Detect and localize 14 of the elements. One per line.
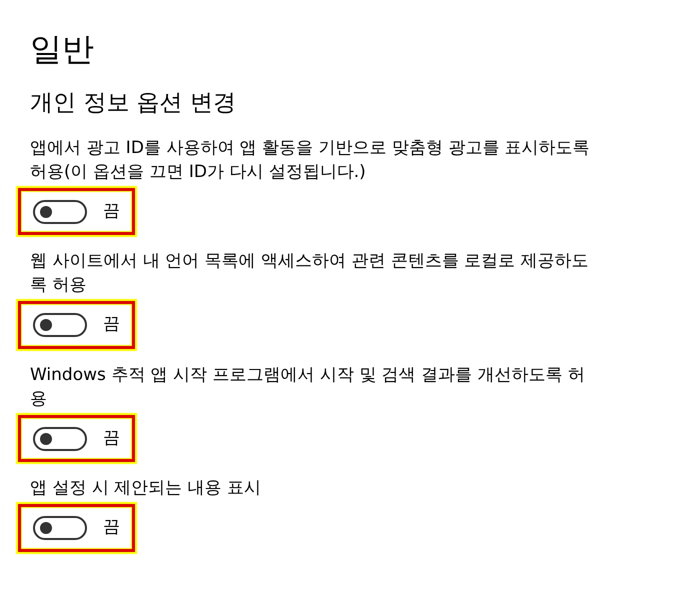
toggle-switch[interactable] bbox=[33, 200, 87, 224]
toggle-state-label: 끔 bbox=[103, 313, 120, 336]
toggle-state-label: 끔 bbox=[103, 200, 120, 223]
toggle-state-label: 끔 bbox=[103, 426, 120, 450]
option-description: 앱에서 광고 ID를 사용하여 앱 활동을 기반으로 맞춤형 광고를 표시하도록 허용(이 옵션을 끄면 ID가 다시 설정됩니다.) bbox=[30, 136, 590, 184]
option-description: 앱 설정 시 제안되는 내용 표시 bbox=[30, 477, 262, 500]
option-description: Windows 추적 앱 시작 프로그램에서 시작 및 검색 결과를 개선하도록 허용 bbox=[30, 364, 586, 411]
toggle-switch[interactable] bbox=[33, 313, 87, 338]
toggle-state-label: 끔 bbox=[103, 516, 120, 540]
section-heading: 개인 정보 옵션 변경 bbox=[30, 90, 237, 118]
option-description: 웹 사이트에서 내 언어 목록에 액세스하여 관련 콘텐츠를 로컬로 제공하도록 허용 bbox=[30, 250, 590, 298]
toggle-switch[interactable] bbox=[33, 516, 87, 540]
toggle-switch[interactable] bbox=[33, 426, 87, 451]
page-title: 일반 bbox=[30, 30, 95, 68]
